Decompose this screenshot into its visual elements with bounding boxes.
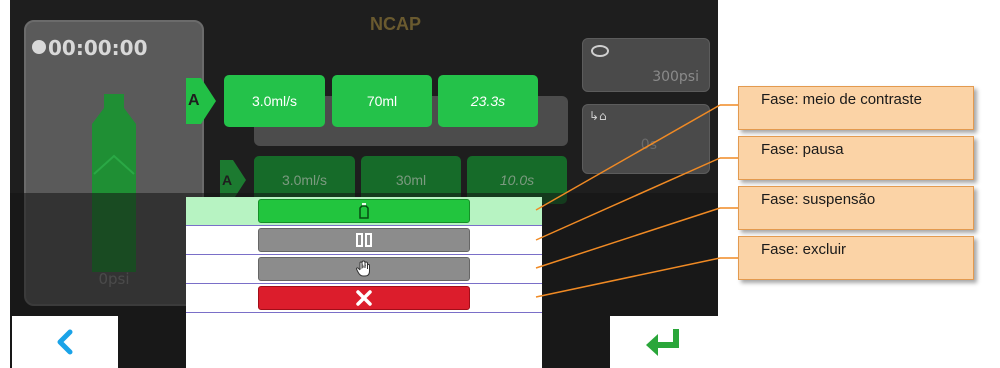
pressure-limit-value: 300psi	[652, 69, 699, 85]
close-icon	[356, 290, 372, 306]
phase1-flow-button[interactable]: 3.0ml/s	[224, 75, 325, 127]
enter-arrow-icon	[646, 329, 679, 356]
phase-type-menu	[186, 197, 542, 368]
contrast-phase-button[interactable]	[258, 199, 470, 223]
pause-icon	[356, 233, 372, 247]
menu-row-hold[interactable]	[186, 255, 542, 284]
phase1-volume-button[interactable]: 70ml	[332, 75, 432, 127]
gauge-icon	[591, 45, 609, 57]
phase1-marker[interactable]: A	[186, 78, 216, 124]
page-title: NCAP	[370, 14, 422, 34]
bottle-icon	[359, 203, 369, 219]
callout-pause-phase: Fase: pausa	[738, 136, 974, 180]
delay-icon: ↳⌂	[589, 109, 607, 123]
clock-icon	[32, 40, 46, 54]
hold-phase-button[interactable]	[258, 257, 470, 281]
delete-phase-button[interactable]	[258, 286, 470, 310]
callout-delete-phase: Fase: excluir	[738, 236, 974, 280]
device-screen: 00:00:00 0psi NCAP 300psi ↳⌂ 0s A 3.0ml/…	[10, 0, 718, 368]
delay-value: 0s	[640, 137, 657, 153]
pressure-limit-tile[interactable]: 300psi	[582, 38, 710, 92]
menu-row-delete[interactable]	[186, 284, 542, 313]
enter-button[interactable]	[610, 316, 718, 368]
delay-tile[interactable]: ↳⌂ 0s	[582, 104, 710, 174]
pause-phase-button[interactable]	[258, 228, 470, 252]
timer-readout: 00:00:00	[48, 36, 148, 60]
hand-icon	[355, 260, 370, 277]
callout-contrast-phase: Fase: meio de contraste	[738, 86, 974, 130]
back-button[interactable]	[12, 316, 118, 368]
phase1-duration-button[interactable]: 23.3s	[438, 75, 538, 127]
callout-hold-phase: Fase: suspensão	[738, 186, 974, 230]
menu-row-pause[interactable]	[186, 226, 542, 255]
menu-row-contrast[interactable]	[186, 197, 542, 226]
chevron-left-icon	[57, 329, 73, 355]
